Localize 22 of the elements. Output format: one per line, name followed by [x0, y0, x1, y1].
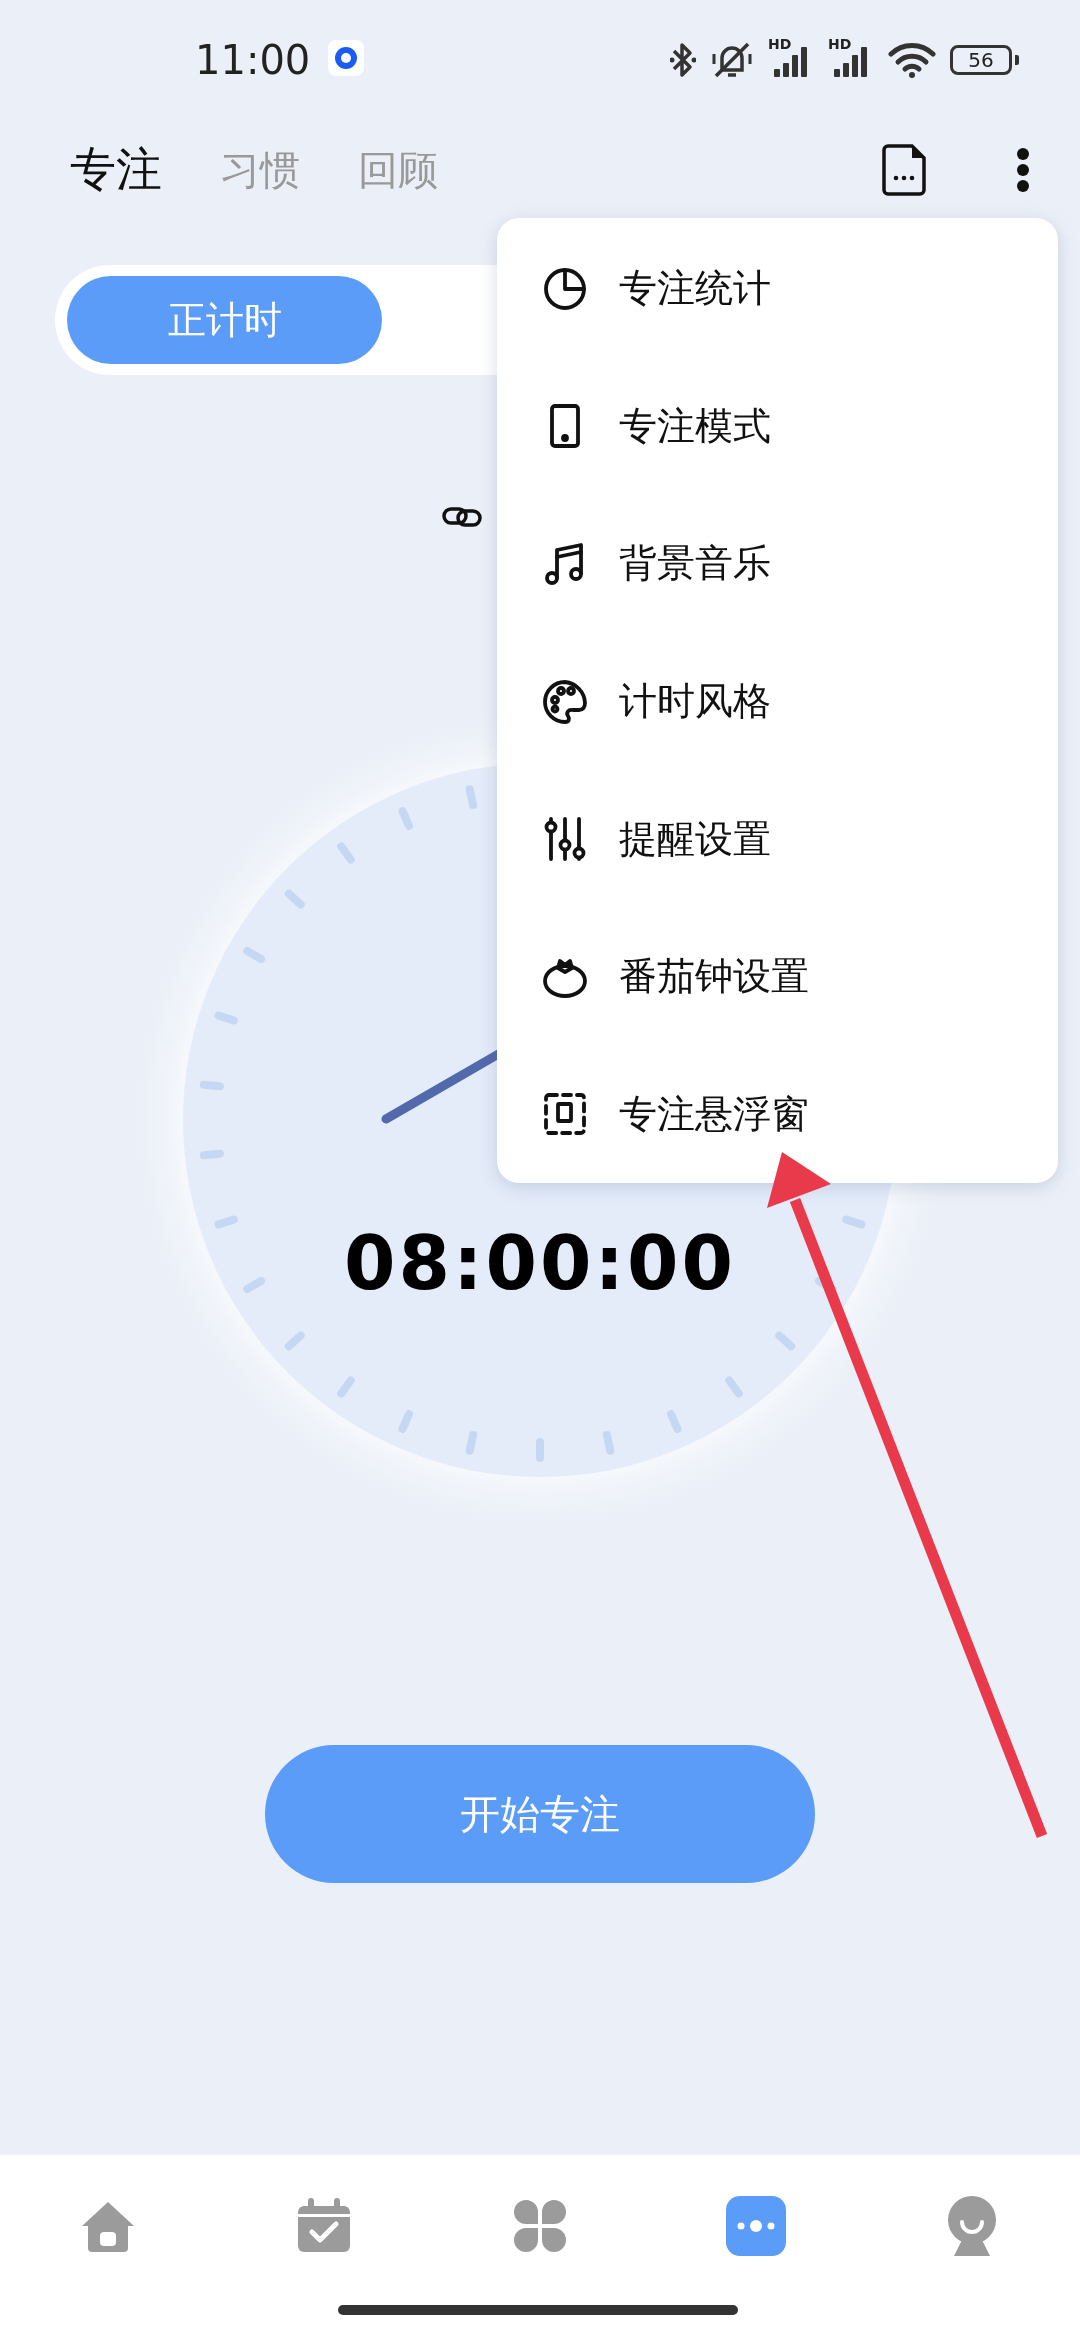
signal-label: HD: [828, 37, 852, 51]
bluetooth-icon: [670, 41, 696, 79]
more-menu-icon[interactable]: [1016, 147, 1030, 193]
document-icon[interactable]: [880, 144, 926, 196]
menu-item[interactable]: 专注悬浮窗: [497, 1045, 1058, 1184]
header-tab[interactable]: 专注: [70, 142, 162, 198]
wifi-icon: [888, 41, 936, 79]
link-icon[interactable]: [442, 505, 482, 529]
menu-item[interactable]: 背景音乐: [497, 495, 1058, 633]
battery-indicator: 56: [950, 45, 1020, 75]
status-time: 11:00: [195, 37, 311, 83]
more-apps-icon[interactable]: [726, 2196, 786, 2256]
signal-label: HD: [768, 37, 792, 51]
palette-icon: [541, 677, 589, 726]
menu-item[interactable]: 提醒设置: [497, 770, 1058, 908]
menu-item[interactable]: 番茄钟设置: [497, 907, 1058, 1046]
menu-item[interactable]: 专注模式: [497, 357, 1058, 496]
muted-bell-icon: [710, 40, 754, 80]
timer-display: 08:00:00: [343, 1220, 737, 1306]
menu-item[interactable]: 专注统计: [497, 220, 1058, 358]
menu-item[interactable]: 计时风格: [497, 632, 1058, 771]
app-notification-icon: [328, 40, 365, 76]
